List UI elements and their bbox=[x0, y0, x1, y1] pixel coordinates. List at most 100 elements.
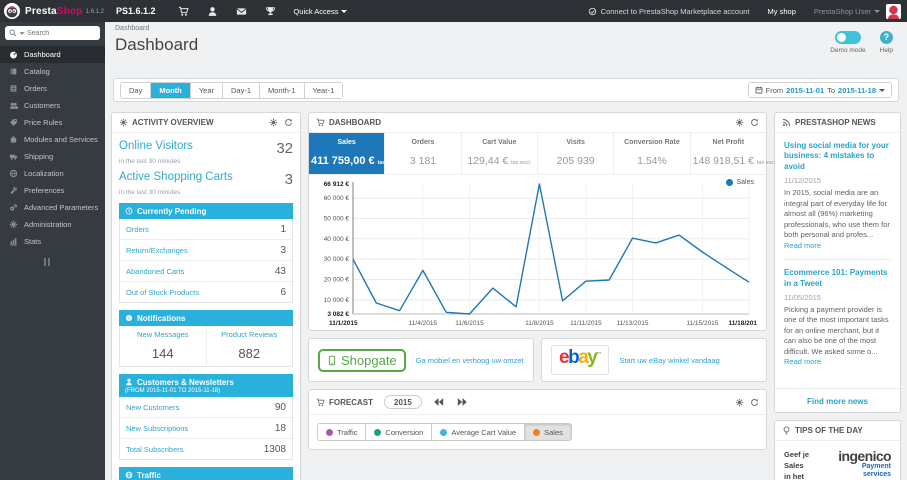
svg-text:11/8/2015: 11/8/2015 bbox=[525, 320, 554, 327]
person-icon[interactable] bbox=[207, 6, 218, 17]
gear-icon[interactable] bbox=[269, 118, 278, 127]
cart-icon bbox=[316, 118, 325, 127]
shopgate-logo[interactable]: Shopgate bbox=[318, 348, 406, 372]
sidebar-item-stats[interactable]: Stats bbox=[0, 233, 105, 250]
kpi-net-profit[interactable]: Net Profit 148 918,51 € tax excl. bbox=[691, 133, 777, 174]
find-more-news-link[interactable]: Find more news bbox=[775, 389, 900, 412]
news-article-excerpt: Picking a payment provider is one of the… bbox=[784, 304, 889, 367]
kpi-sales[interactable]: Sales 411 759,00 € tax excl. bbox=[309, 133, 399, 174]
chart-legend[interactable]: Sales bbox=[726, 179, 754, 186]
kpi-conversion-rate[interactable]: Conversion Rate 1.54% bbox=[614, 133, 691, 174]
kpi-visits[interactable]: Visits 205 939 bbox=[538, 133, 615, 174]
sidebar-item-price-rules[interactable]: Price Rules bbox=[0, 114, 105, 131]
ebay-logo[interactable]: ebay™ bbox=[551, 345, 610, 375]
forecast-toggle-average-cart-value[interactable]: Average Cart Value bbox=[431, 423, 526, 441]
prestashop-logo[interactable] bbox=[4, 3, 20, 19]
sidebar-item-customers[interactable]: Customers bbox=[0, 97, 105, 114]
collapse-menu-toggle[interactable] bbox=[44, 258, 105, 266]
stat-row-abandoned-carts[interactable]: Abandoned Carts 43 bbox=[120, 261, 292, 282]
previous-year-button[interactable] bbox=[431, 396, 446, 408]
notification-columns: New Messages 144 Product Reviews 882 bbox=[119, 326, 293, 367]
forecast-year[interactable]: 2015 bbox=[384, 395, 422, 409]
refresh-icon[interactable] bbox=[284, 118, 293, 127]
breadcrumb[interactable]: Dashboard bbox=[115, 25, 895, 32]
localization-icon bbox=[9, 169, 18, 178]
active-carts-link[interactable]: Active Shopping Carts bbox=[119, 171, 233, 183]
date-range-picker[interactable]: From 2015-11-01 To 2015-11-18 bbox=[747, 82, 892, 98]
svg-text:11/4/2015: 11/4/2015 bbox=[409, 320, 438, 327]
notification-new-messages[interactable]: New Messages 144 bbox=[120, 326, 206, 366]
range-button-year-1[interactable]: Year-1 bbox=[304, 82, 343, 98]
svg-text:11/13/2015: 11/13/2015 bbox=[616, 320, 648, 327]
forecast-toggle-conversion[interactable]: Conversion bbox=[365, 423, 433, 441]
series-dot-icon bbox=[326, 428, 333, 436]
online-visitors-link[interactable]: Online Visitors bbox=[119, 140, 193, 152]
brand-wordmark[interactable]: PrestaShop bbox=[25, 6, 83, 17]
ebay-link[interactable]: Start uw eBay winkel vandaag bbox=[619, 356, 719, 365]
trophy-icon[interactable] bbox=[265, 6, 276, 17]
svg-text:3 082 €: 3 082 € bbox=[327, 311, 349, 318]
forecast-toggle-sales[interactable]: Sales bbox=[524, 423, 572, 441]
svg-text:11/15/2015: 11/15/2015 bbox=[686, 320, 718, 327]
read-more-link[interactable]: Read more bbox=[784, 357, 821, 366]
shopgate-link[interactable]: Ga mobiel en verhoog uw omzet bbox=[416, 356, 524, 365]
kpi-orders[interactable]: Orders 3 181 bbox=[385, 133, 462, 174]
news-article-title[interactable]: Ecommerce 101: Payments in a Tweet bbox=[784, 268, 891, 289]
search-scope-caret-icon[interactable] bbox=[19, 31, 25, 35]
range-button-day[interactable]: Day bbox=[121, 82, 152, 98]
sidebar-item-modules-and-services[interactable]: Modules and Services bbox=[0, 131, 105, 148]
pending-rows: Orders 1 Return/Exchanges 3 Abandoned Ca… bbox=[119, 219, 293, 303]
search-input[interactable] bbox=[27, 29, 96, 37]
calendar-icon bbox=[755, 86, 763, 94]
help-label: Help bbox=[879, 47, 893, 54]
customer-rows: New Customers 90 New Subscriptions 18 To… bbox=[119, 397, 293, 460]
avatar[interactable] bbox=[886, 3, 901, 19]
sidebar-item-shipping[interactable]: Shipping bbox=[0, 148, 105, 165]
next-year-button[interactable] bbox=[455, 396, 470, 408]
stat-row-total-subscribers[interactable]: Total Subscribers 1308 bbox=[120, 439, 292, 459]
range-button-day-1[interactable]: Day-1 bbox=[223, 82, 261, 98]
marketplace-link[interactable]: Connect to PrestaShop Marketplace accoun… bbox=[588, 7, 750, 16]
help-icon[interactable]: ? bbox=[879, 31, 893, 44]
stat-row-orders[interactable]: Orders 1 bbox=[120, 219, 292, 240]
user-menu[interactable]: PrestaShop User bbox=[814, 7, 880, 16]
sidebar-item-label: Price Rules bbox=[24, 118, 63, 127]
read-more-link[interactable]: Read more bbox=[784, 241, 821, 250]
online-visitors-value: 32 bbox=[276, 140, 293, 157]
my-shop-link[interactable]: My shop bbox=[768, 7, 796, 16]
envelope-icon[interactable] bbox=[236, 6, 247, 17]
shop-code[interactable]: PS1.6.1.2 bbox=[116, 6, 156, 16]
stat-row-new-subscriptions[interactable]: New Subscriptions 18 bbox=[120, 418, 292, 439]
sidebar-item-preferences[interactable]: Preferences bbox=[0, 182, 105, 199]
news-article-title[interactable]: Using social media for your business: 4 … bbox=[784, 141, 891, 172]
kpi-cart-value[interactable]: Cart Value 129,44 € tax excl. bbox=[462, 133, 538, 174]
sidebar-item-label: Shipping bbox=[24, 152, 54, 161]
rss-icon bbox=[782, 118, 791, 127]
range-button-year[interactable]: Year bbox=[190, 82, 223, 98]
sidebar-item-catalog[interactable]: Catalog bbox=[0, 63, 105, 80]
gear-icon[interactable] bbox=[735, 398, 744, 407]
gear-icon[interactable] bbox=[735, 118, 744, 127]
info-icon bbox=[125, 314, 133, 322]
lightbulb-icon bbox=[782, 426, 791, 435]
sidebar-item-advanced-parameters[interactable]: Advanced Parameters bbox=[0, 199, 105, 216]
stat-row-return-exchanges[interactable]: Return/Exchanges 3 bbox=[120, 240, 292, 261]
sidebar-item-administration[interactable]: Administration bbox=[0, 216, 105, 233]
range-button-month[interactable]: Month bbox=[151, 82, 191, 98]
administration-icon bbox=[9, 220, 18, 229]
sidebar-item-dashboard[interactable]: Dashboard bbox=[0, 46, 105, 63]
sidebar-item-orders[interactable]: Orders bbox=[0, 80, 105, 97]
ingenico-logo[interactable]: ingenico Payment services bbox=[813, 449, 891, 479]
refresh-icon[interactable] bbox=[750, 118, 759, 127]
quick-access-menu[interactable]: Quick Access bbox=[293, 7, 348, 16]
forecast-toggle-traffic[interactable]: Traffic bbox=[317, 423, 367, 441]
sidebar-item-localization[interactable]: Localization bbox=[0, 165, 105, 182]
cart-icon[interactable] bbox=[178, 6, 190, 17]
demo-mode-toggle[interactable] bbox=[834, 31, 861, 44]
stat-row-out-of-stock-products[interactable]: Out of Stock Products 6 bbox=[120, 282, 292, 302]
refresh-icon[interactable] bbox=[750, 398, 759, 407]
sidebar-item-label: Preferences bbox=[24, 186, 65, 195]
stat-row-new-customers[interactable]: New Customers 90 bbox=[120, 397, 292, 418]
range-button-month-1[interactable]: Month-1 bbox=[260, 82, 305, 98]
notification-product-reviews[interactable]: Product Reviews 882 bbox=[205, 326, 293, 366]
